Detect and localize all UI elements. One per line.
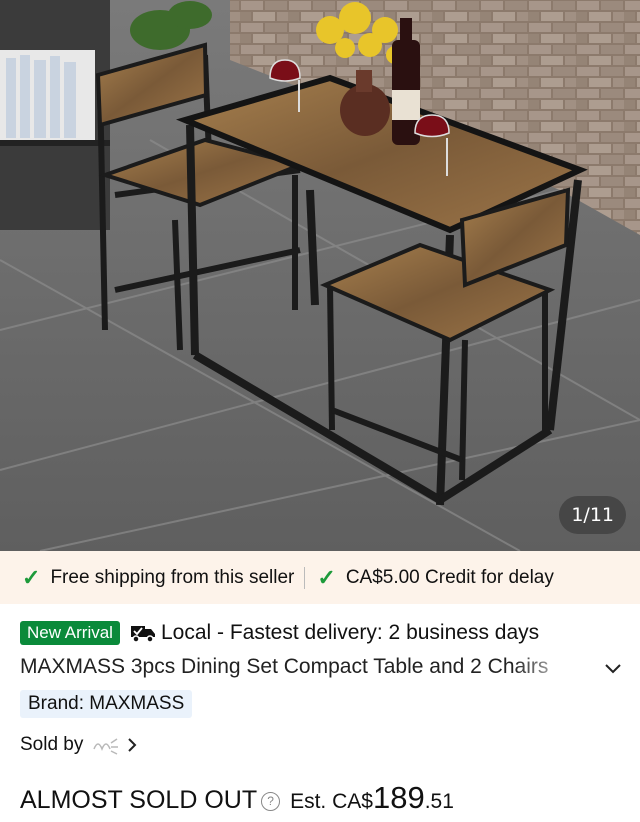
- check-icon: ✓: [317, 564, 336, 590]
- brand-tag[interactable]: Brand: MAXMASS: [20, 690, 193, 718]
- check-icon: ✓: [22, 564, 41, 590]
- delivery-text: Local - Fastest delivery: 2 business day…: [160, 621, 540, 644]
- shipping-benefits-bar[interactable]: ✓ Free shipping from this seller ✓ CA$5.…: [0, 551, 640, 604]
- new-arrival-badge: New Arrival: [20, 621, 120, 645]
- chevron-right-icon: [128, 738, 137, 752]
- badge-delivery-row: New Arrival Local - Fastest delivery: 2 …: [20, 618, 620, 648]
- truck-icon: [130, 626, 155, 643]
- help-icon[interactable]: ?: [261, 792, 281, 811]
- chevron-down-icon[interactable]: [604, 663, 622, 675]
- price-row: ALMOST SOLD OUT ? Est. CA$ 189 .51: [20, 780, 454, 816]
- product-image[interactable]: 1/11: [0, 0, 640, 551]
- price-whole: 189: [372, 780, 425, 815]
- stock-status: ALMOST SOLD OUT: [20, 786, 258, 814]
- divider: [304, 566, 306, 589]
- price-prefix: Est. CA$: [290, 790, 373, 813]
- free-shipping-text: Free shipping from this seller: [50, 566, 295, 588]
- credit-text: CA$5.00 Credit for delay: [345, 566, 554, 588]
- sold-by-link[interactable]: Sold by: [20, 731, 137, 759]
- seller-logo-icon: [93, 738, 119, 755]
- product-photo-illustration: [0, 0, 640, 551]
- sold-by-label: Sold by: [20, 734, 84, 755]
- product-title[interactable]: MAXMASS 3pcs Dining Set Compact Table an…: [20, 652, 580, 682]
- price-cents: .51: [424, 790, 454, 813]
- image-counter: 1/11: [559, 496, 626, 534]
